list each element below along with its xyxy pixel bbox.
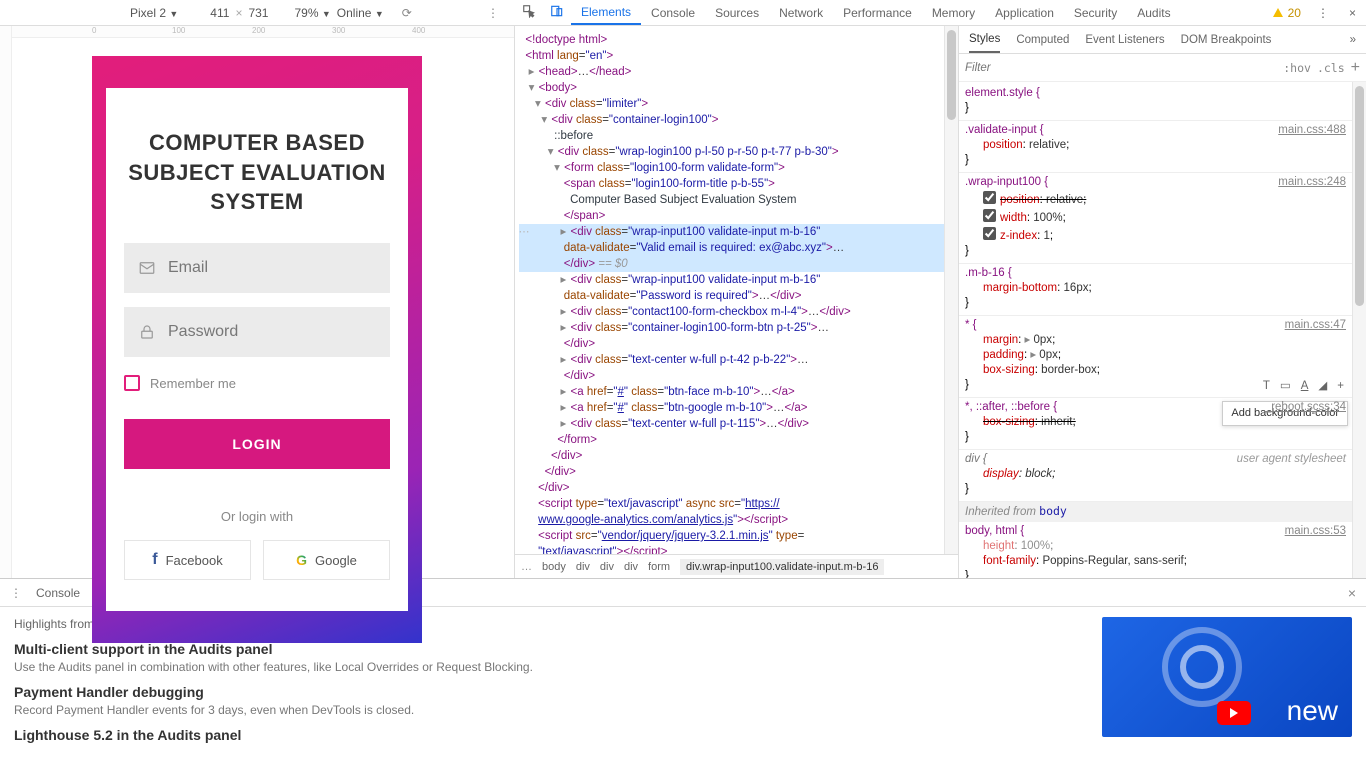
tab-security[interactable]: Security bbox=[1064, 0, 1127, 25]
whatsnew-h3: Lighthouse 5.2 in the Audits panel bbox=[14, 727, 1082, 743]
tab-audits[interactable]: Audits bbox=[1127, 0, 1180, 25]
new-style-rule-icon[interactable]: + bbox=[1351, 59, 1360, 77]
tab-dom-breakpoints[interactable]: DOM Breakpoints bbox=[1181, 26, 1272, 53]
styles-more-tabs-icon[interactable]: » bbox=[1350, 34, 1356, 46]
tab-sources[interactable]: Sources bbox=[705, 0, 769, 25]
whatsnew-h1: Multi-client support in the Audits panel bbox=[14, 641, 1082, 657]
tab-application[interactable]: Application bbox=[985, 0, 1064, 25]
tab-elements[interactable]: Elements bbox=[571, 0, 641, 25]
facebook-button[interactable]: fFacebook bbox=[124, 540, 251, 580]
styles-filter-row: :hov .cls + bbox=[959, 54, 1366, 82]
password-field[interactable]: Password bbox=[124, 307, 390, 357]
device-select[interactable]: Pixel 2 ▼ bbox=[130, 6, 178, 20]
dom-scrollbar[interactable] bbox=[944, 26, 958, 554]
login-button[interactable]: LOGIN bbox=[124, 419, 390, 469]
devtools-close-icon[interactable]: × bbox=[1339, 6, 1366, 20]
drawer-close-icon[interactable]: × bbox=[1348, 585, 1356, 601]
google-button[interactable]: GGoogle bbox=[263, 540, 390, 580]
styles-sidebar: Styles Computed Event Listeners DOM Brea… bbox=[959, 26, 1366, 578]
ruler-vertical bbox=[0, 26, 12, 578]
device-frame: COMPUTER BASED SUBJECT EVALUATION SYSTEM… bbox=[92, 56, 422, 643]
login-card: COMPUTER BASED SUBJECT EVALUATION SYSTEM… bbox=[106, 88, 408, 611]
google-icon: G bbox=[296, 552, 307, 568]
emulated-viewport: 0100200300400 COMPUTER BASED SUBJECT EVA… bbox=[0, 26, 515, 578]
device-height[interactable]: 731 bbox=[248, 6, 268, 20]
device-width[interactable]: 411 bbox=[210, 6, 229, 20]
email-placeholder: Email bbox=[168, 259, 208, 277]
tab-event-listeners[interactable]: Event Listeners bbox=[1085, 26, 1164, 53]
drawer-menu-icon[interactable]: ⋮ bbox=[10, 586, 22, 600]
styles-scrollbar[interactable] bbox=[1352, 82, 1366, 578]
lock-icon bbox=[138, 323, 156, 341]
tab-styles[interactable]: Styles bbox=[969, 26, 1000, 53]
whatsnew-p2: Record Payment Handler events for 3 days… bbox=[14, 702, 1082, 719]
dimension-separator: × bbox=[235, 6, 242, 20]
tab-console[interactable]: Console bbox=[641, 0, 705, 25]
styles-tabstrip: Styles Computed Event Listeners DOM Brea… bbox=[959, 26, 1366, 54]
zoom-select[interactable]: 79% ▼ bbox=[294, 6, 330, 20]
whatsnew-h2: Payment Handler debugging bbox=[14, 684, 1082, 700]
elements-dom-panel: <!doctype html> <html lang="en"> ▸<head>… bbox=[515, 26, 959, 578]
warnings-badge[interactable]: 20 bbox=[1272, 6, 1307, 20]
tab-performance[interactable]: Performance bbox=[833, 0, 922, 25]
password-placeholder: Password bbox=[168, 323, 238, 341]
toggle-device-icon[interactable] bbox=[543, 4, 571, 21]
styles-rules[interactable]: element.style {} main.css:488.validate-i… bbox=[959, 82, 1352, 578]
tab-memory[interactable]: Memory bbox=[922, 0, 985, 25]
page-title: COMPUTER BASED SUBJECT EVALUATION SYSTEM bbox=[124, 128, 390, 217]
checkbox-icon[interactable] bbox=[124, 375, 140, 391]
devtools-top-toolbar: Pixel 2 ▼ 411 × 731 79% ▼ Online ▼ ⟳ ⋮ E… bbox=[0, 0, 1366, 26]
device-toolbar: Pixel 2 ▼ 411 × 731 79% ▼ Online ▼ ⟳ ⋮ bbox=[0, 6, 515, 20]
selected-dom-node[interactable]: ⋯ ▸<div class="wrap-input100 validate-in… bbox=[519, 224, 944, 240]
device-toolbar-menu-icon[interactable]: ⋮ bbox=[487, 6, 499, 20]
toggle-classes[interactable]: .cls bbox=[1317, 61, 1345, 75]
devtools-tabstrip: Elements Console Sources Network Perform… bbox=[515, 0, 1366, 25]
drawer-tab-console[interactable]: Console bbox=[36, 579, 80, 606]
mail-icon bbox=[138, 259, 156, 277]
throttle-select[interactable]: Online ▼ bbox=[337, 6, 384, 20]
dom-breadcrumbs[interactable]: … body div div div form div.wrap-input10… bbox=[515, 554, 958, 578]
remember-me[interactable]: Remember me bbox=[124, 375, 390, 391]
devtools-settings-icon[interactable]: ⋮ bbox=[1307, 6, 1339, 20]
dom-tree[interactable]: <!doctype html> <html lang="en"> ▸<head>… bbox=[515, 26, 944, 554]
youtube-play-icon[interactable] bbox=[1217, 701, 1251, 725]
ruler-horizontal: 0100200300400 bbox=[0, 26, 514, 38]
rotate-icon[interactable]: ⟳ bbox=[402, 6, 412, 20]
styles-filter-input[interactable] bbox=[965, 62, 1277, 74]
whatsnew-p1: Use the Audits panel in combination with… bbox=[14, 659, 1082, 676]
or-login-label: Or login with bbox=[124, 509, 390, 524]
toggle-hover-state[interactable]: :hov bbox=[1283, 61, 1311, 75]
remember-label: Remember me bbox=[150, 376, 236, 391]
tab-network[interactable]: Network bbox=[769, 0, 833, 25]
tab-computed[interactable]: Computed bbox=[1016, 26, 1069, 53]
thumb-label: new bbox=[1287, 695, 1338, 727]
facebook-icon: f bbox=[152, 551, 157, 569]
email-field[interactable]: Email bbox=[124, 243, 390, 293]
whatsnew-video-thumb[interactable]: new bbox=[1102, 617, 1352, 737]
inspect-element-icon[interactable] bbox=[515, 4, 543, 21]
